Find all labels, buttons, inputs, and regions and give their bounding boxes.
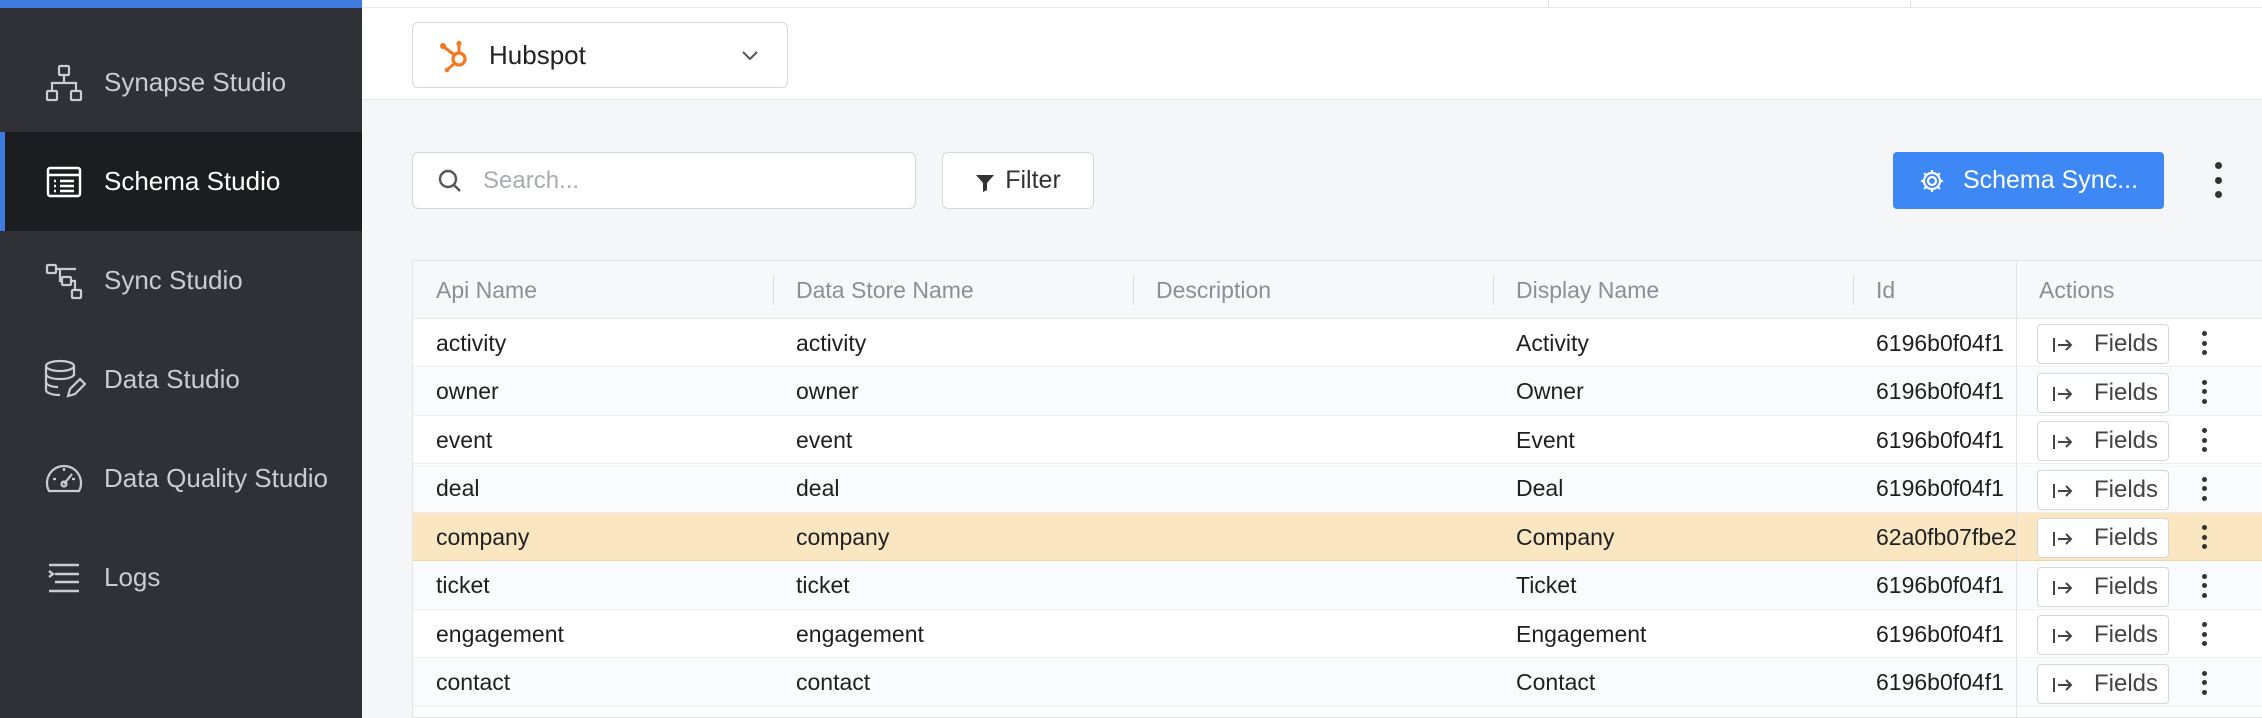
cell-api-name: event	[436, 426, 493, 453]
cell-display-name: Contact	[1516, 669, 1596, 695]
cell-data-store-name: company	[796, 523, 890, 550]
schema-sync-label: Schema Sync...	[1962, 166, 2139, 194]
sidebar-item-label: Synapse Studio	[104, 67, 287, 97]
table-row[interactable]: activity activity Activity 6196b0f04f1 Field…	[413, 319, 2262, 367]
cell-data-store-name: engagement	[796, 620, 924, 647]
cell-data-store-name: owner	[796, 378, 859, 404]
search-icon	[437, 168, 463, 194]
table-header: Api Name Data Store Name Description Dis…	[413, 261, 2262, 319]
hubspot-logo-icon	[437, 37, 473, 73]
cell-description	[1133, 416, 1493, 464]
source-select[interactable]: Hubspot	[412, 22, 788, 88]
cell-id: 6196b0f04f1	[1876, 572, 2004, 598]
cell-description	[1133, 562, 1493, 610]
sidebar-item-label: Logs	[104, 562, 161, 592]
table-row[interactable]: company company Company 62a0fb07fbe2 Fields	[413, 513, 2262, 561]
filter-icon	[975, 171, 995, 192]
column-header-data-store-name[interactable]: Data Store Name	[773, 261, 1133, 319]
filter-button[interactable]: Filter	[942, 152, 1094, 209]
search-input[interactable]	[483, 166, 883, 195]
cell-description	[1133, 659, 1493, 707]
cell-display-name: Event	[1516, 426, 1575, 453]
source-select-value: Hubspot	[489, 39, 586, 70]
top-divider-tick	[1910, 0, 1911, 7]
column-header-display-name[interactable]: Display Name	[1493, 261, 1853, 319]
search-box[interactable]	[412, 152, 916, 209]
logs-icon	[42, 556, 86, 600]
sidebar-item-data-studio[interactable]: Data Studio	[0, 330, 362, 429]
sidebar-item-logs[interactable]: Logs	[0, 528, 362, 627]
top-divider-tick	[1548, 0, 1549, 7]
cell-display-name: Company	[1516, 523, 1615, 550]
column-header-description[interactable]: Description	[1133, 261, 1493, 319]
cell-display-name: Owner	[1516, 378, 1584, 404]
flow-icon	[42, 259, 86, 303]
column-header-id[interactable]: Id	[1853, 261, 2016, 319]
table-row[interactable]: deal deal Deal 6196b0f04f1 Fields	[413, 464, 2262, 513]
chevron-down-icon	[739, 44, 761, 66]
sidebar-item-label: Sync Studio	[104, 265, 243, 295]
cell-data-store-name: ticket	[796, 572, 850, 598]
filter-button-label: Filter	[1005, 166, 1061, 194]
cell-id: 6196b0f04f1	[1876, 378, 2004, 404]
gear-icon	[1919, 168, 1945, 194]
cell-description	[1133, 319, 1493, 367]
sidebar-accent-bar	[0, 0, 362, 8]
cell-api-name: owner	[436, 378, 499, 404]
cell-api-name: ticket	[436, 572, 490, 598]
list-icon	[42, 160, 86, 204]
gauge-icon	[42, 457, 86, 501]
more-options-icon[interactable]	[2206, 158, 2230, 202]
cell-description	[1133, 368, 1493, 416]
table-row[interactable]: ticket ticket Ticket 6196b0f04f1 Fields	[413, 561, 2262, 610]
sidebar-item-label: Schema Studio	[104, 166, 281, 196]
schema-sync-button[interactable]: Schema Sync...	[1893, 152, 2164, 209]
sidebar-item-label: Data Studio	[104, 364, 240, 394]
cell-id: 6196b0f04f1	[1876, 669, 2004, 695]
cell-display-name: Deal	[1516, 475, 1564, 501]
actions-column-divider	[2016, 261, 2262, 718]
cell-data-store-name: contact	[796, 669, 871, 695]
cell-api-name: contact	[436, 669, 511, 695]
cell-api-name: activity	[436, 329, 507, 356]
cell-display-name: Engagement	[1516, 620, 1647, 647]
table-row[interactable]: contact contact Contact 6196b0f04f1 Fields	[413, 658, 2262, 707]
table-row[interactable]: owner owner Owner 6196b0f04f1 Fields	[413, 367, 2262, 416]
sidebar-item-synapse-studio[interactable]: Synapse Studio	[0, 33, 362, 132]
cell-display-name: Activity	[1516, 329, 1589, 356]
cell-description	[1133, 610, 1493, 658]
sidebar-item-data-quality-studio[interactable]: Data Quality Studio	[0, 429, 362, 528]
column-header-api-name[interactable]: Api Name	[413, 261, 773, 319]
top-divider	[362, 7, 2262, 8]
cell-data-store-name: event	[796, 426, 853, 453]
cell-id: 6196b0f04f1	[1876, 475, 2004, 501]
sidebar: Synapse Studio Schema Studio Sync Studio	[0, 0, 362, 718]
cell-id: 6196b0f04f1	[1876, 329, 2004, 356]
hierarchy-icon	[42, 61, 86, 105]
cell-id: 6196b0f04f1	[1876, 426, 2004, 453]
table-row[interactable]: engagement engagement Engagement 6196b0f04f…	[413, 610, 2262, 658]
cell-display-name: Ticket	[1516, 572, 1577, 598]
table-row[interactable]: event event Event 6196b0f04f1 Fields	[413, 416, 2262, 464]
cell-description	[1133, 465, 1493, 513]
sidebar-item-sync-studio[interactable]: Sync Studio	[0, 231, 362, 330]
cell-data-store-name: deal	[796, 475, 840, 501]
cell-api-name: deal	[436, 475, 480, 501]
cell-description	[1133, 513, 1493, 561]
sidebar-item-label: Data Quality Studio	[104, 463, 329, 493]
cell-api-name: engagement	[436, 620, 564, 647]
sidebar-item-schema-studio[interactable]: Schema Studio	[0, 132, 362, 231]
cell-api-name: company	[436, 523, 530, 550]
cell-data-store-name: activity	[796, 329, 867, 356]
cell-id: 6196b0f04f1	[1876, 620, 2004, 647]
cell-id: 62a0fb07fbe2	[1876, 523, 2016, 550]
database-edit-icon	[42, 358, 86, 402]
schema-table: Api Name Data Store Name Description Dis…	[412, 260, 2262, 718]
